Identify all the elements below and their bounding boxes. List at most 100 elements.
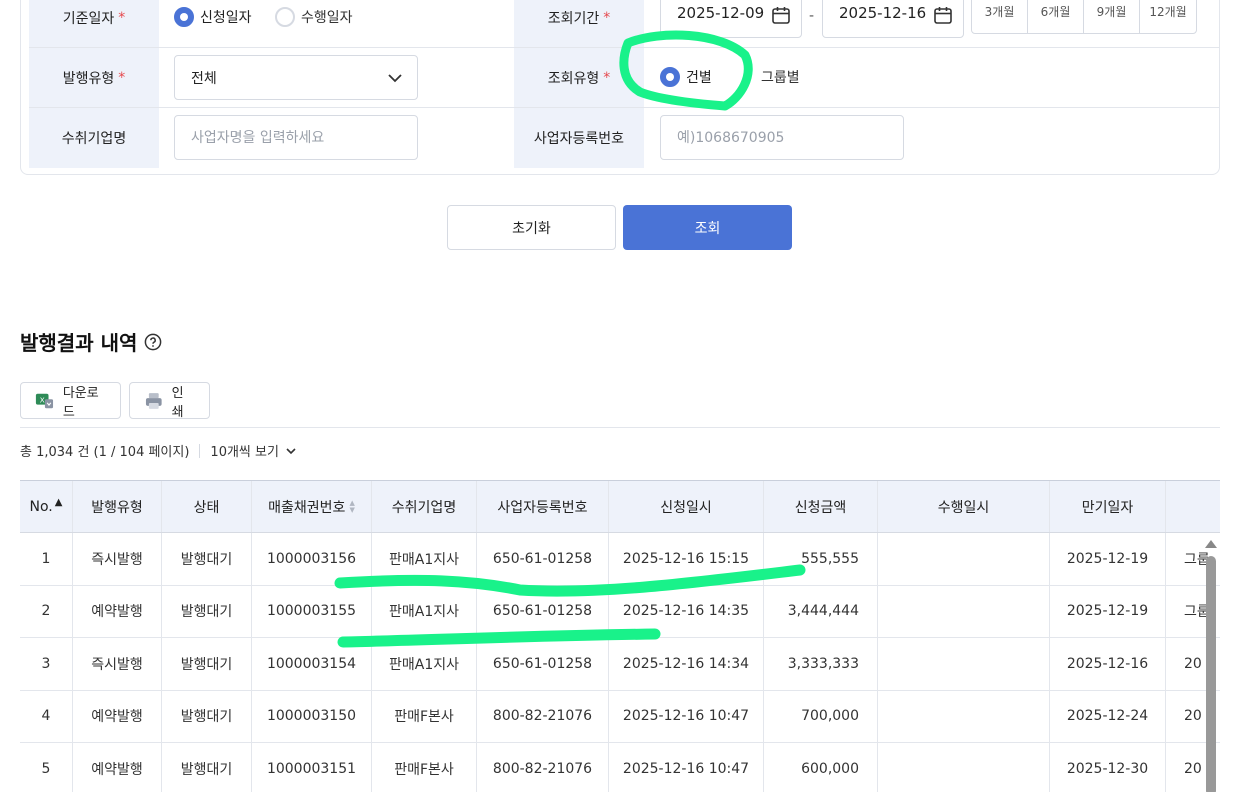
cell-type: 예약발행 (73, 690, 162, 742)
search-form: 기준일자 * 신청일자 수행일자 조회기간 * 2025-12-09 - 2025-… (20, 0, 1220, 175)
cell-due: 2025-12-16 (1050, 638, 1166, 690)
cell-applied: 2025-12-16 10:47 (609, 743, 764, 792)
cell-due: 2025-12-30 (1050, 743, 1166, 792)
form-row-issue-type: 발행유형 * 전체 조회유형 * 건별 그룹별 (21, 48, 1219, 108)
radio-per-group[interactable]: 그룹별 (761, 67, 800, 87)
start-date-input[interactable]: 2025-12-09 (660, 0, 802, 38)
cell-company: 판매A1지사 (372, 638, 477, 690)
cell-amount: 700,000 (764, 690, 878, 742)
cell-performed (878, 743, 1050, 792)
cell-bizno: 650-61-01258 (477, 585, 609, 637)
scrollbar-thumb[interactable] (1206, 556, 1216, 792)
period-3m-button[interactable]: 3개월 (972, 0, 1028, 33)
results-table: No. ▲ 발행유형 상태 매출채권번호 ▲ ▼ 수취기업명 사업자등록번호 신청일시… (20, 480, 1220, 792)
download-label: 다운로드 (62, 385, 99, 420)
chevron-down-icon (286, 447, 296, 454)
radio-checked-icon (660, 67, 680, 87)
cell-no: 4 (20, 690, 73, 742)
cell-applied: 2025-12-16 15:15 (609, 533, 764, 585)
period-12m-button[interactable]: 12개월 (1140, 0, 1196, 33)
base-date-label: 기준일자 * (29, 0, 159, 47)
download-button[interactable]: X 다운로드 (20, 382, 121, 420)
cell-performed (878, 585, 1050, 637)
col-bizno: 사업자등록번호 (477, 481, 609, 532)
table-scrollbar[interactable] (1204, 540, 1218, 792)
issue-type-label-text: 발행유형 (62, 71, 115, 87)
col-amount: 신청금액 (764, 481, 878, 532)
table-row[interactable]: 4 예약발행 발행대기 1000003150 판매F본사 800-82-21076 2025… (20, 690, 1220, 743)
bizno-input[interactable] (660, 115, 904, 160)
radio-label: 수행일자 (301, 10, 353, 26)
print-button[interactable]: 인쇄 (129, 382, 210, 420)
table-row[interactable]: 3 즉시발행 발행대기 1000003154 판매A1지사 650-61-01258 202… (20, 638, 1220, 691)
required-mark: * (118, 70, 126, 86)
col-applied-at: 신청일시 (609, 481, 764, 532)
issue-type-select[interactable]: 전체 (174, 55, 418, 100)
cell-bond: 1000003154 (252, 638, 372, 690)
cell-company: 판매A1지사 (372, 585, 477, 637)
form-row-base-date: 기준일자 * 신청일자 수행일자 조회기간 * 2025-12-09 - 2025-… (21, 0, 1219, 49)
period-label-text: 조회기간 (547, 11, 600, 27)
bizno-label: 사업자등록번호 (514, 108, 644, 168)
cell-bizno: 800-82-21076 (477, 690, 609, 742)
cell-type: 예약발행 (73, 585, 162, 637)
cell-status: 발행대기 (162, 533, 252, 585)
cell-bizno: 650-61-01258 (477, 533, 609, 585)
radio-per-item[interactable]: 건별 (660, 67, 712, 87)
scroll-up-arrow-icon[interactable] (1205, 540, 1217, 548)
period-label: 조회기간 * (514, 0, 644, 47)
cell-amount: 600,000 (764, 743, 878, 792)
calendar-icon[interactable] (771, 5, 791, 25)
cell-due: 2025-12-19 (1050, 533, 1166, 585)
cell-applied: 2025-12-16 10:47 (609, 690, 764, 742)
result-summary: 총 1,034 건 (1 / 104 페이지) 10개씩 보기 (20, 441, 297, 460)
table-row[interactable]: 1 즉시발행 발행대기 1000003156 판매A1지사 650-61-01258 202… (20, 533, 1220, 586)
calendar-icon[interactable] (933, 5, 953, 25)
radio-label: 건별 (686, 70, 712, 86)
reset-button[interactable]: 초기화 (447, 205, 616, 250)
table-row[interactable]: 2 예약발행 발행대기 1000003155 판매A1지사 650-61-01258 202… (20, 585, 1220, 638)
company-name-input[interactable] (174, 115, 418, 160)
cell-bizno: 800-82-21076 (477, 743, 609, 792)
search-button[interactable]: 조회 (623, 205, 792, 250)
help-circle-icon[interactable] (144, 333, 162, 351)
cell-company: 판매F본사 (372, 743, 477, 792)
quick-period-group: 3개월 6개월 9개월 12개월 (971, 0, 1197, 34)
period-6m-button[interactable]: 6개월 (1028, 0, 1084, 33)
radio-checked-icon (174, 7, 194, 27)
period-9m-button[interactable]: 9개월 (1084, 0, 1140, 33)
cell-due: 2025-12-19 (1050, 585, 1166, 637)
cell-type: 즉시발행 (73, 533, 162, 585)
cell-company: 판매A1지사 (372, 533, 477, 585)
table-row[interactable]: 5 예약발행 발행대기 1000003151 판매F본사 800-82-21076 2025… (20, 743, 1220, 792)
required-mark: * (603, 70, 611, 86)
cell-status: 발행대기 (162, 585, 252, 637)
query-type-label-text: 조회유형 (547, 71, 600, 87)
per-page-value: 10개씩 보기 (210, 445, 279, 460)
start-date-value: 2025-12-09 (677, 4, 765, 22)
excel-download-icon: X (35, 393, 54, 408)
col-performed-at: 수행일시 (878, 481, 1050, 532)
per-page-select[interactable]: 10개씩 보기 (210, 441, 297, 460)
radio-request-date[interactable]: 신청일자 (174, 7, 252, 27)
sort-toggle-icon: ▲ ▼ (349, 498, 355, 514)
col-no[interactable]: No. ▲ (20, 481, 73, 532)
radio-perform-date[interactable]: 수행일자 (275, 7, 353, 27)
cell-type: 예약발행 (73, 743, 162, 792)
cell-amount: 3,333,333 (764, 638, 878, 690)
cell-bond: 1000003156 (252, 533, 372, 585)
cell-bond: 1000003155 (252, 585, 372, 637)
col-bond-no[interactable]: 매출채권번호 ▲ ▼ (252, 481, 372, 532)
issue-type-label: 발행유형 * (29, 48, 159, 108)
radio-label: 그룹별 (761, 70, 800, 86)
cell-type: 즉시발행 (73, 638, 162, 690)
cell-status: 발행대기 (162, 638, 252, 690)
cell-amount: 3,444,444 (764, 585, 878, 637)
end-date-input[interactable]: 2025-12-16 (822, 0, 964, 38)
cell-performed (878, 533, 1050, 585)
table-header: No. ▲ 발행유형 상태 매출채권번호 ▲ ▼ 수취기업명 사업자등록번호 신청일시… (20, 480, 1220, 533)
summary-divider (199, 443, 201, 458)
col-issue-type: 발행유형 (73, 481, 162, 532)
cell-due: 2025-12-24 (1050, 690, 1166, 742)
printer-icon (145, 392, 162, 409)
